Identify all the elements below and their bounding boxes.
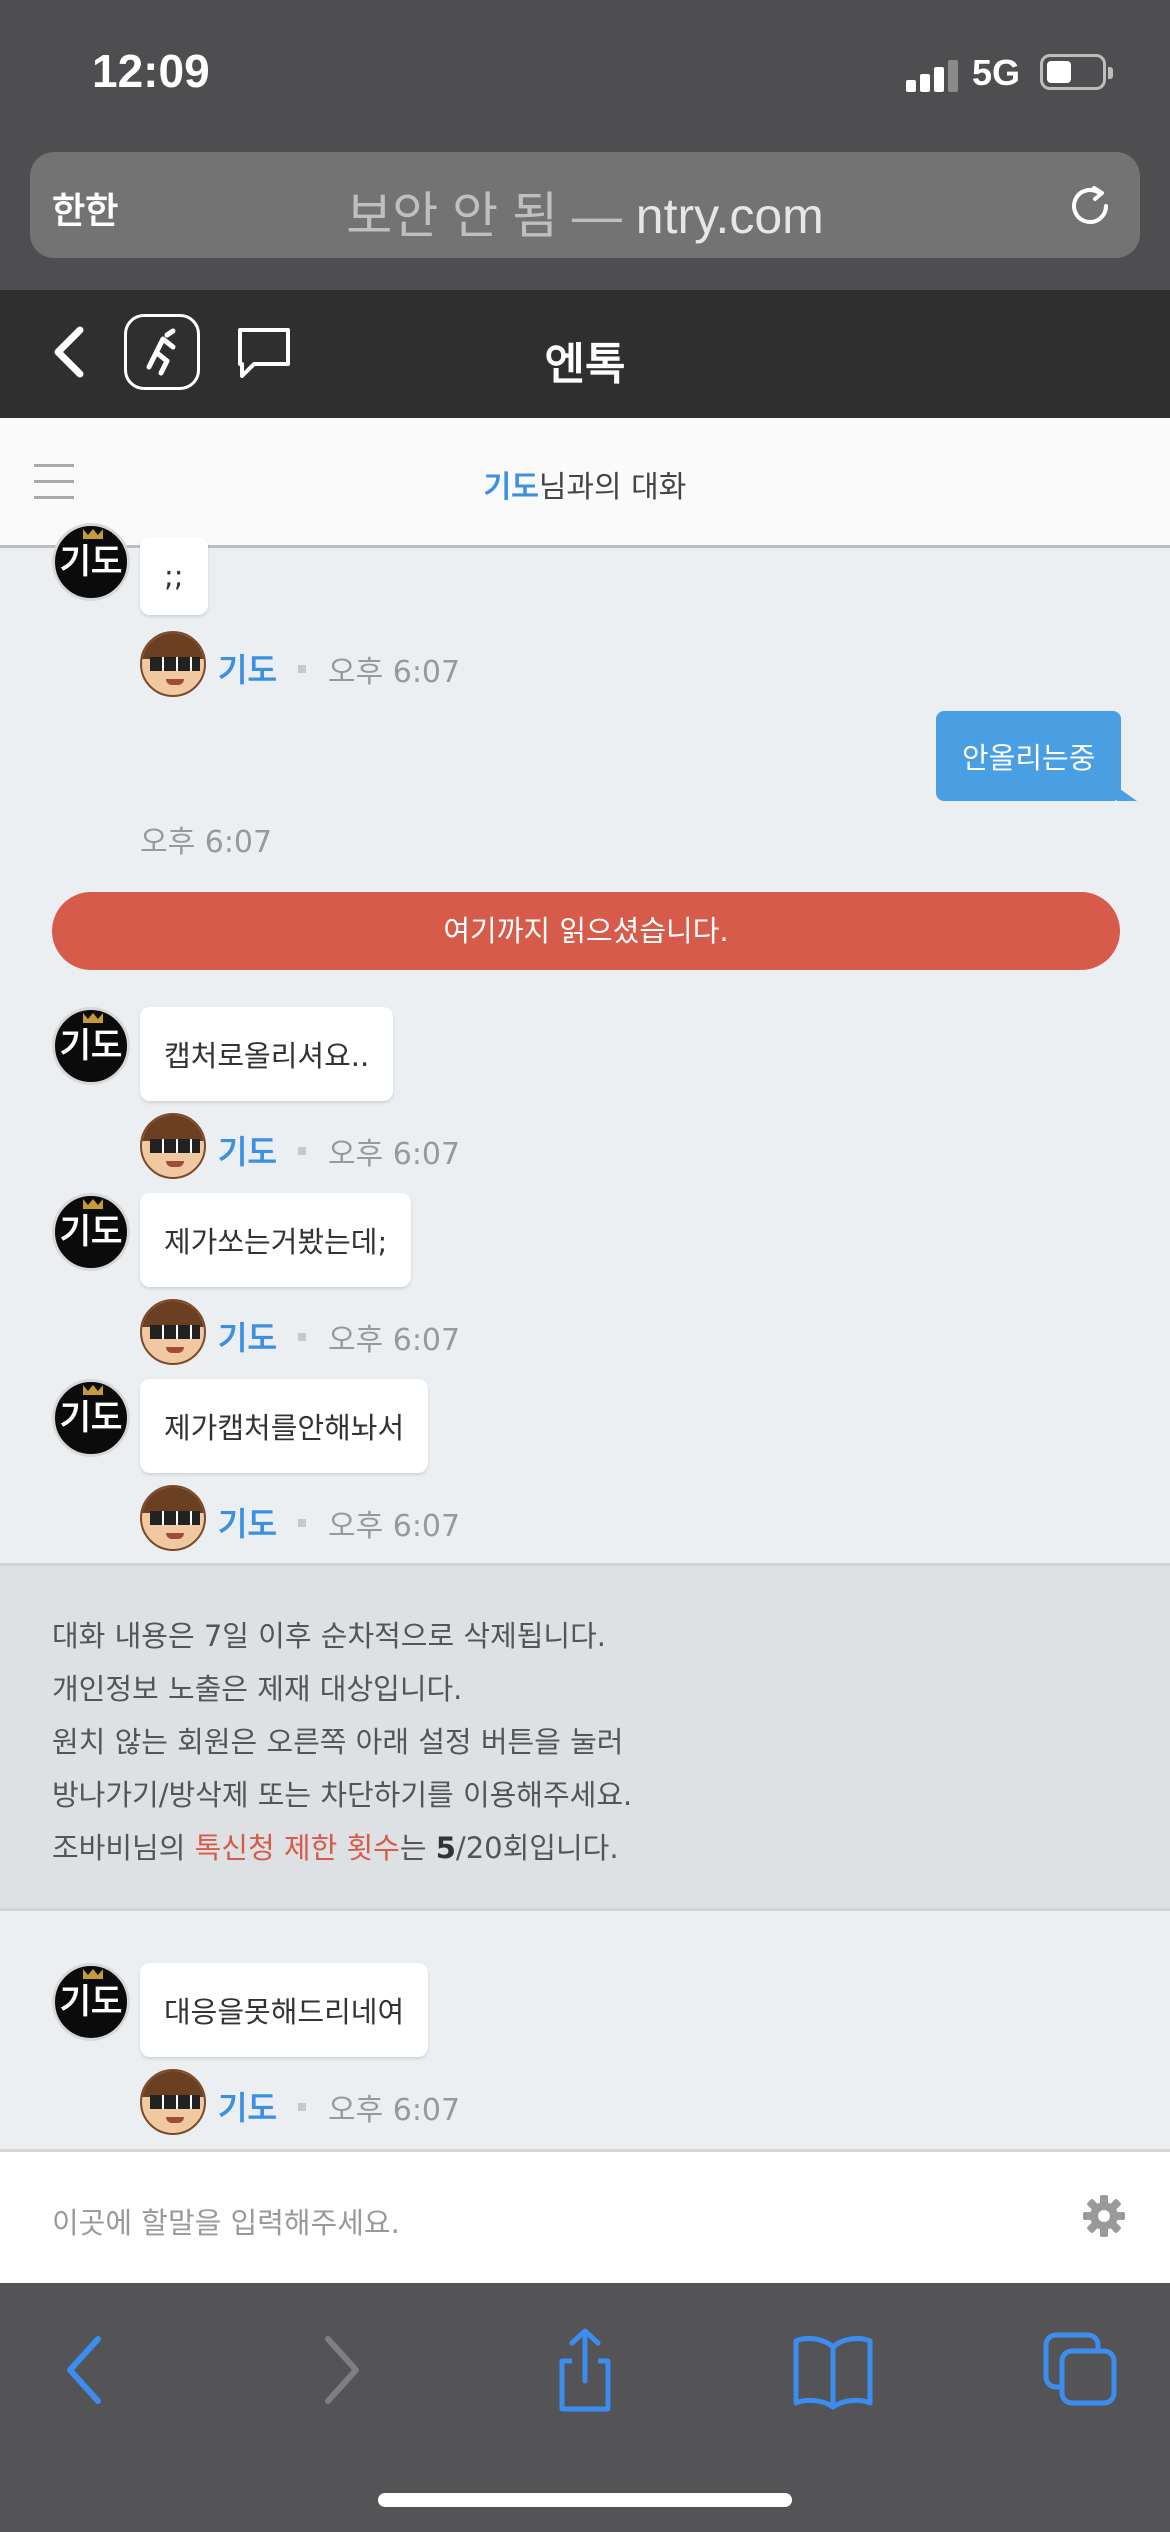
cell-signal-icon	[906, 58, 958, 92]
chat-title: 기도님과의 대화	[0, 462, 1170, 506]
tabs-icon[interactable]	[1036, 2325, 1126, 2415]
message-meta: 기도 오후 6:07	[140, 631, 480, 697]
message-time: 오후 6:07	[328, 2093, 461, 2128]
security-label: 보안 안 됨 —	[346, 188, 622, 244]
message-time: 오후 6:07	[328, 1323, 461, 1358]
app-header: 엔톡	[0, 290, 1170, 418]
partner-avatar[interactable]: 기도	[52, 1963, 130, 2041]
url-display[interactable]: 보안 안 됨 — ntry.com	[30, 176, 1140, 248]
notice-line: 조바비님의 톡신청 제한 횟수는 5/20회입니다.	[52, 1831, 619, 1865]
chat-title-suffix: 님과의 대화	[538, 470, 687, 505]
partner-avatar[interactable]: 기도	[52, 1007, 130, 1085]
notice-line: 대화 내용은 7일 이후 순차적으로 삭제됩니다.	[52, 1619, 607, 1653]
my-message-bubble: 안올리는중	[936, 711, 1138, 801]
user-face-icon	[140, 631, 206, 697]
message-meta: 기도 오후 6:07	[140, 1113, 480, 1179]
my-message-time: 오후 6:07	[140, 825, 273, 860]
message-bubble: 대응을못해드리네여	[140, 1963, 429, 2057]
message-time: 오후 6:07	[328, 1137, 461, 1172]
read-marker: 여기까지 읽으셨습니다.	[52, 892, 1120, 970]
notice-line: 원치 않는 회원은 오른쪽 아래 설정 버튼을 눌러	[52, 1725, 624, 1759]
message-meta: 기도 오후 6:07	[140, 1485, 480, 1551]
partner-avatar[interactable]: 기도	[52, 523, 130, 601]
browser-back-icon[interactable]	[42, 2325, 132, 2415]
browser-forward-icon[interactable]	[294, 2325, 384, 2415]
share-icon[interactable]	[540, 2325, 630, 2415]
message-time: 오후 6:07	[328, 655, 461, 690]
browser-address-area: 한한 보안 안 됨 — ntry.com	[0, 150, 1170, 290]
notice-line: 방나가기/방삭제 또는 차단하기를 이용해주세요.	[52, 1778, 633, 1812]
browser-toolbar	[0, 2283, 1170, 2532]
sender-nickname[interactable]: 기도	[218, 645, 277, 691]
user-face-icon	[140, 1485, 206, 1551]
network-label: 5G	[972, 52, 1021, 93]
message-meta: 기도 오후 6:07	[140, 2069, 480, 2135]
notice-line: 개인정보 노출은 제재 대상입니다.	[52, 1672, 463, 1706]
message-bubble: 캡처로올리셔요..	[140, 1007, 394, 1101]
partner-name[interactable]: 기도	[484, 470, 539, 505]
message-bubble: 제가쏘는거봤는데;	[140, 1193, 412, 1287]
message-time: 오후 6:07	[328, 1509, 461, 1544]
talk-limit-link[interactable]: 톡신청 제한 횟수	[195, 1831, 400, 1865]
sender-nickname[interactable]: 기도	[218, 1313, 277, 1359]
message-bubble: ;;	[140, 537, 208, 615]
sender-nickname[interactable]: 기도	[218, 1127, 277, 1173]
chat-notice: 대화 내용은 7일 이후 순차적으로 삭제됩니다. 개인정보 노출은 제재 대상…	[0, 1563, 1170, 1911]
sender-nickname[interactable]: 기도	[218, 2083, 277, 2129]
message-list: 기도 ;; 기도 오후 6:07 안올리는중 오후 6:07 여기까지 읽으셨습…	[0, 523, 1170, 2151]
status-bar: 12:09 5G	[0, 0, 1170, 150]
chat-header: 기도님과의 대화	[0, 418, 1170, 548]
home-indicator	[378, 2493, 792, 2507]
address-bar[interactable]: 한한 보안 안 됨 — ntry.com	[30, 152, 1140, 258]
user-face-icon	[140, 2069, 206, 2135]
message-input-bar: 이곳에 할말을 입력해주세요.	[0, 2149, 1170, 2283]
app-title: 엔톡	[544, 339, 626, 390]
reload-icon[interactable]	[1064, 180, 1116, 232]
status-time: 12:09	[92, 45, 210, 97]
battery-icon	[1040, 54, 1113, 90]
message-input[interactable]: 이곳에 할말을 입력해주세요.	[52, 2200, 400, 2242]
partner-avatar[interactable]: 기도	[52, 1379, 130, 1457]
message-meta: 기도 오후 6:07	[140, 1299, 480, 1365]
message-bubble: 제가캡처를안해놔서	[140, 1379, 429, 1473]
user-face-icon	[140, 1113, 206, 1179]
domain-label: ntry.com	[635, 188, 824, 244]
partner-avatar[interactable]: 기도	[52, 1193, 130, 1271]
bookmarks-icon[interactable]	[788, 2325, 878, 2415]
sender-nickname[interactable]: 기도	[218, 1499, 277, 1545]
user-face-icon	[140, 1299, 206, 1365]
gear-icon[interactable]	[1082, 2194, 1126, 2238]
